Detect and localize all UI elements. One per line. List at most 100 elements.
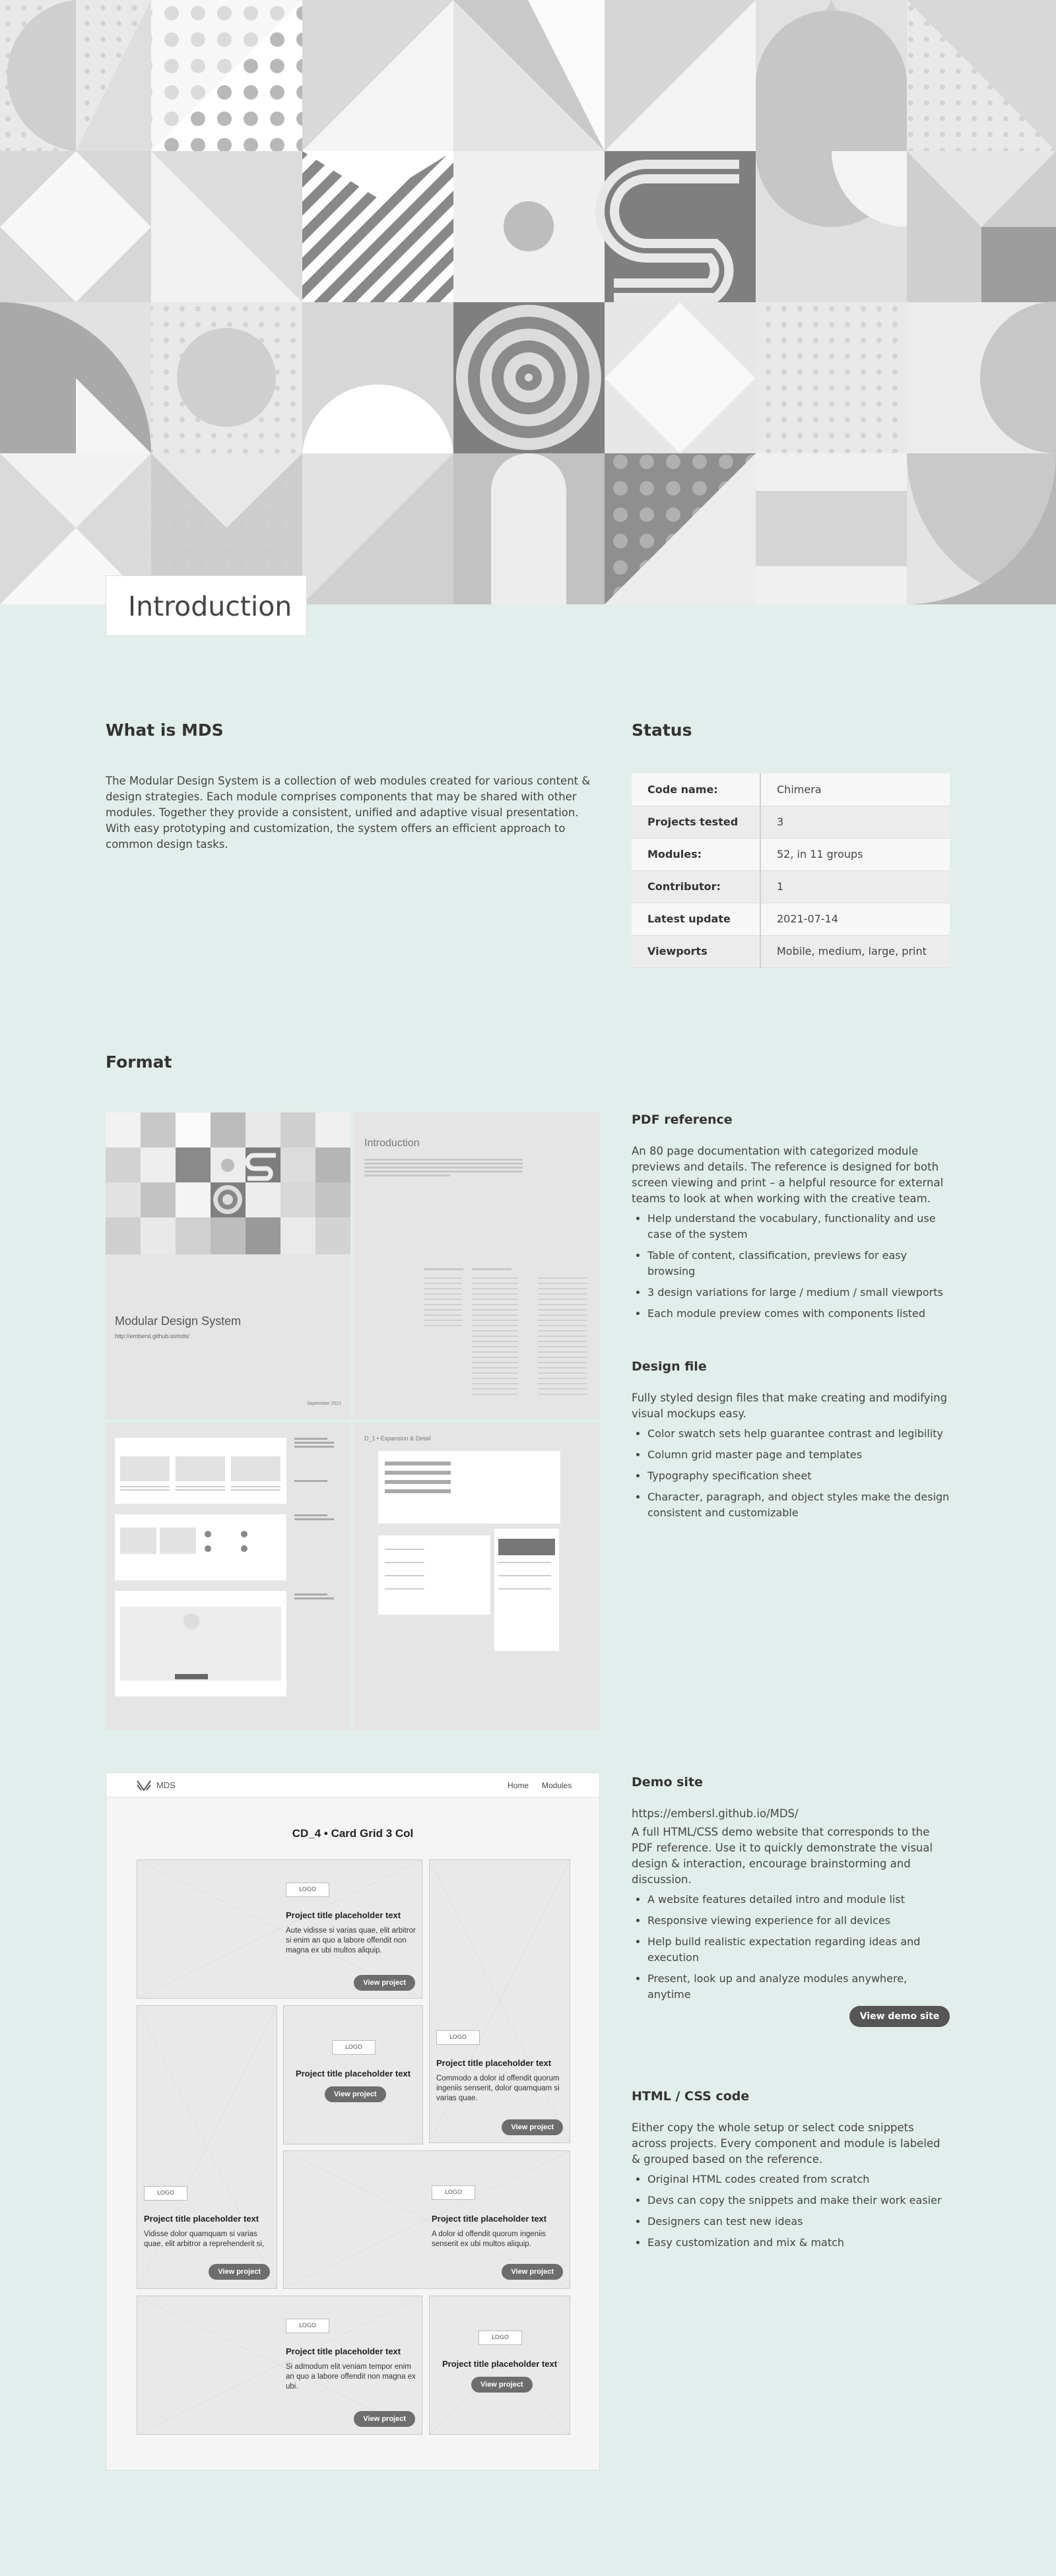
card-logo: LOGO bbox=[144, 2186, 187, 2201]
pdf-reference-heading: PDF reference bbox=[632, 1112, 733, 1127]
what-is-mds-heading: What is MDS bbox=[106, 721, 224, 740]
list-item: Help build realistic expectation regardi… bbox=[647, 1934, 950, 1966]
card-description: Aute vidisse si varias quae, elit arbitr… bbox=[286, 1927, 416, 1954]
design-file-heading: Design file bbox=[632, 1359, 707, 1374]
demo-site-url[interactable]: https://embersl.github.io/MDS/ bbox=[632, 1806, 950, 1822]
introduction-tab: Introduction bbox=[106, 575, 307, 636]
list-item: Column grid master page and templates bbox=[647, 1447, 950, 1463]
demo-nav-bar: MDS Home Modules bbox=[106, 1773, 599, 1797]
project-card[interactable]: LOGO Project title placeholder text A do… bbox=[283, 2150, 570, 2289]
intro-page-text-lines bbox=[364, 1159, 587, 1395]
cover-title: Modular Design System bbox=[115, 1314, 242, 1328]
demo-site-section: Demo site https://embersl.github.io/MDS/… bbox=[632, 1775, 950, 2008]
list-item: Each module preview comes with component… bbox=[647, 1306, 950, 1322]
status-key: Projects tested bbox=[632, 806, 761, 839]
status-row: Viewports Mobile, medium, large, print bbox=[632, 935, 950, 968]
view-project-button[interactable]: View project bbox=[502, 2264, 563, 2280]
list-item: Easy customization and mix & match bbox=[647, 2235, 950, 2251]
card-logo: LOGO bbox=[432, 2185, 475, 2200]
introduction-tab-label: Introduction bbox=[128, 591, 292, 622]
html-css-section: HTML / CSS code Either copy the whole se… bbox=[632, 2089, 950, 2256]
pdf-reference-section: PDF reference An 80 page documentation w… bbox=[632, 1112, 950, 1327]
list-item: Present, look up and analyze modules any… bbox=[647, 1971, 950, 2003]
project-card[interactable]: LOGO Project title placeholder text Vidi… bbox=[137, 2005, 277, 2289]
project-card[interactable]: LOGO Project title placeholder text Si a… bbox=[137, 2296, 422, 2435]
status-value: 1 bbox=[760, 870, 950, 903]
card-description: Si admodum elit veniam tempor enim an qu… bbox=[286, 2363, 416, 2391]
nav-modules-link[interactable]: Modules bbox=[542, 1781, 572, 1790]
html-css-list: Original HTML codes created from scratch… bbox=[632, 2172, 950, 2251]
status-row: Latest update 2021-07-14 bbox=[632, 903, 950, 936]
card-logo: LOGO bbox=[436, 2030, 480, 2045]
html-css-text: Either copy the whole setup or select co… bbox=[632, 2121, 940, 2166]
card-title: Project title placeholder text bbox=[295, 2069, 411, 2078]
card-title: Project title placeholder text bbox=[144, 2214, 259, 2224]
status-value: 2021-07-14 bbox=[760, 903, 950, 936]
view-project-button[interactable]: View project bbox=[354, 1975, 415, 1991]
design-file-section: Design file Fully styled design files th… bbox=[632, 1359, 950, 1526]
cover-url: http://embersl.github.io/mds/ bbox=[115, 1333, 190, 1339]
list-item: 3 design variations for large / medium /… bbox=[647, 1285, 950, 1301]
status-row: Modules: 52, in 11 groups bbox=[632, 838, 950, 871]
status-key: Latest update bbox=[632, 903, 761, 936]
pdf-reference-text: An 80 page documentation with categorize… bbox=[632, 1145, 944, 1205]
card-logo: LOGO bbox=[332, 2040, 376, 2055]
list-item: A website features detailed intro and mo… bbox=[647, 1892, 950, 1908]
cover-pattern-graphic bbox=[106, 1112, 350, 1254]
project-card[interactable]: LOGO Project title placeholder text View… bbox=[283, 2005, 423, 2144]
pdf-intro-thumbnail: Introduction bbox=[353, 1112, 600, 1419]
project-card[interactable]: LOGO Project title placeholder text Aute… bbox=[137, 1859, 422, 1999]
list-item: Devs can copy the snippets and make thei… bbox=[647, 2193, 950, 2208]
pdf-cover-thumbnail: Modular Design System http://embersl.git… bbox=[106, 1112, 350, 1419]
demo-site-heading: Demo site bbox=[632, 1775, 703, 1789]
status-row: Projects tested 3 bbox=[632, 806, 950, 839]
mds-logo-icon bbox=[137, 1780, 151, 1791]
format-heading: Format bbox=[106, 1052, 172, 1072]
cover-date: September 2021 bbox=[307, 1401, 341, 1406]
pdf-module-list-thumbnail bbox=[106, 1423, 350, 1730]
status-row: Contributor: 1 bbox=[632, 870, 950, 903]
demo-site-preview: MDS Home Modules CD_4 • Card Grid 3 Col … bbox=[106, 1772, 600, 2470]
status-value: Chimera bbox=[760, 773, 950, 806]
card-title: Project title placeholder text bbox=[286, 1910, 401, 1920]
card-title: Project title placeholder text bbox=[286, 2346, 401, 2356]
html-css-heading: HTML / CSS code bbox=[632, 2089, 750, 2104]
demo-brand: MDS bbox=[156, 1780, 176, 1790]
card-logo: LOGO bbox=[286, 1883, 329, 1897]
hero-pattern bbox=[0, 0, 1056, 604]
list-item: Responsive viewing experience for all de… bbox=[647, 1913, 950, 1929]
view-project-button[interactable]: View project bbox=[471, 2377, 533, 2393]
card-title: Project title placeholder text bbox=[432, 2214, 547, 2224]
pdf-detail-thumbnail: D_1 • Expansion & Detail bbox=[353, 1423, 600, 1730]
status-value: 3 bbox=[760, 806, 950, 839]
card-title: Project title placeholder text bbox=[436, 2058, 552, 2068]
status-key: Code name: bbox=[632, 773, 761, 806]
design-file-list: Color swatch sets help guarantee contras… bbox=[632, 1426, 950, 1521]
list-item: Help understand the vocabulary, function… bbox=[647, 1211, 950, 1242]
geometric-pattern-graphic bbox=[0, 0, 1056, 604]
pdf-reference-list: Help understand the vocabulary, function… bbox=[632, 1211, 950, 1322]
what-is-mds-text: The Modular Design System is a collectio… bbox=[106, 775, 591, 851]
list-item: Designers can test new ideas bbox=[647, 2214, 950, 2230]
project-card[interactable]: LOGO Project title placeholder text Comm… bbox=[429, 1859, 570, 2143]
status-value: 52, in 11 groups bbox=[760, 838, 950, 871]
view-project-button[interactable]: View project bbox=[209, 2264, 270, 2280]
demo-site-list: A website features detailed intro and mo… bbox=[632, 1892, 950, 2003]
card-description: Vidisse dolor quamquam si varias quae, e… bbox=[144, 2230, 265, 2248]
module-previews-graphic bbox=[115, 1438, 334, 1696]
project-card[interactable]: LOGO Project title placeholder text View… bbox=[429, 2296, 570, 2435]
card-description: Commodo a dolor id offendit quorum ingen… bbox=[436, 2075, 560, 2102]
view-demo-site-button[interactable]: View demo site bbox=[849, 2006, 950, 2027]
list-item: Character, paragraph, and object styles … bbox=[647, 1489, 950, 1521]
view-project-button[interactable]: View project bbox=[502, 2119, 563, 2135]
view-project-button[interactable]: View project bbox=[325, 2086, 386, 2102]
status-row: Code name: Chimera bbox=[632, 773, 950, 806]
status-table: Code name: Chimera Projects tested 3 Modul… bbox=[632, 773, 950, 968]
status-value: Mobile, medium, large, print bbox=[760, 935, 950, 968]
card-description: A dolor id offendit quorum ingeniis sens… bbox=[432, 2230, 546, 2248]
demo-page-heading: CD_4 • Card Grid 3 Col bbox=[292, 1827, 414, 1840]
status-key: Modules: bbox=[632, 838, 761, 871]
nav-home-link[interactable]: Home bbox=[508, 1781, 529, 1790]
list-item: Table of content, classification, previe… bbox=[647, 1248, 950, 1279]
view-project-button[interactable]: View project bbox=[354, 2411, 415, 2427]
